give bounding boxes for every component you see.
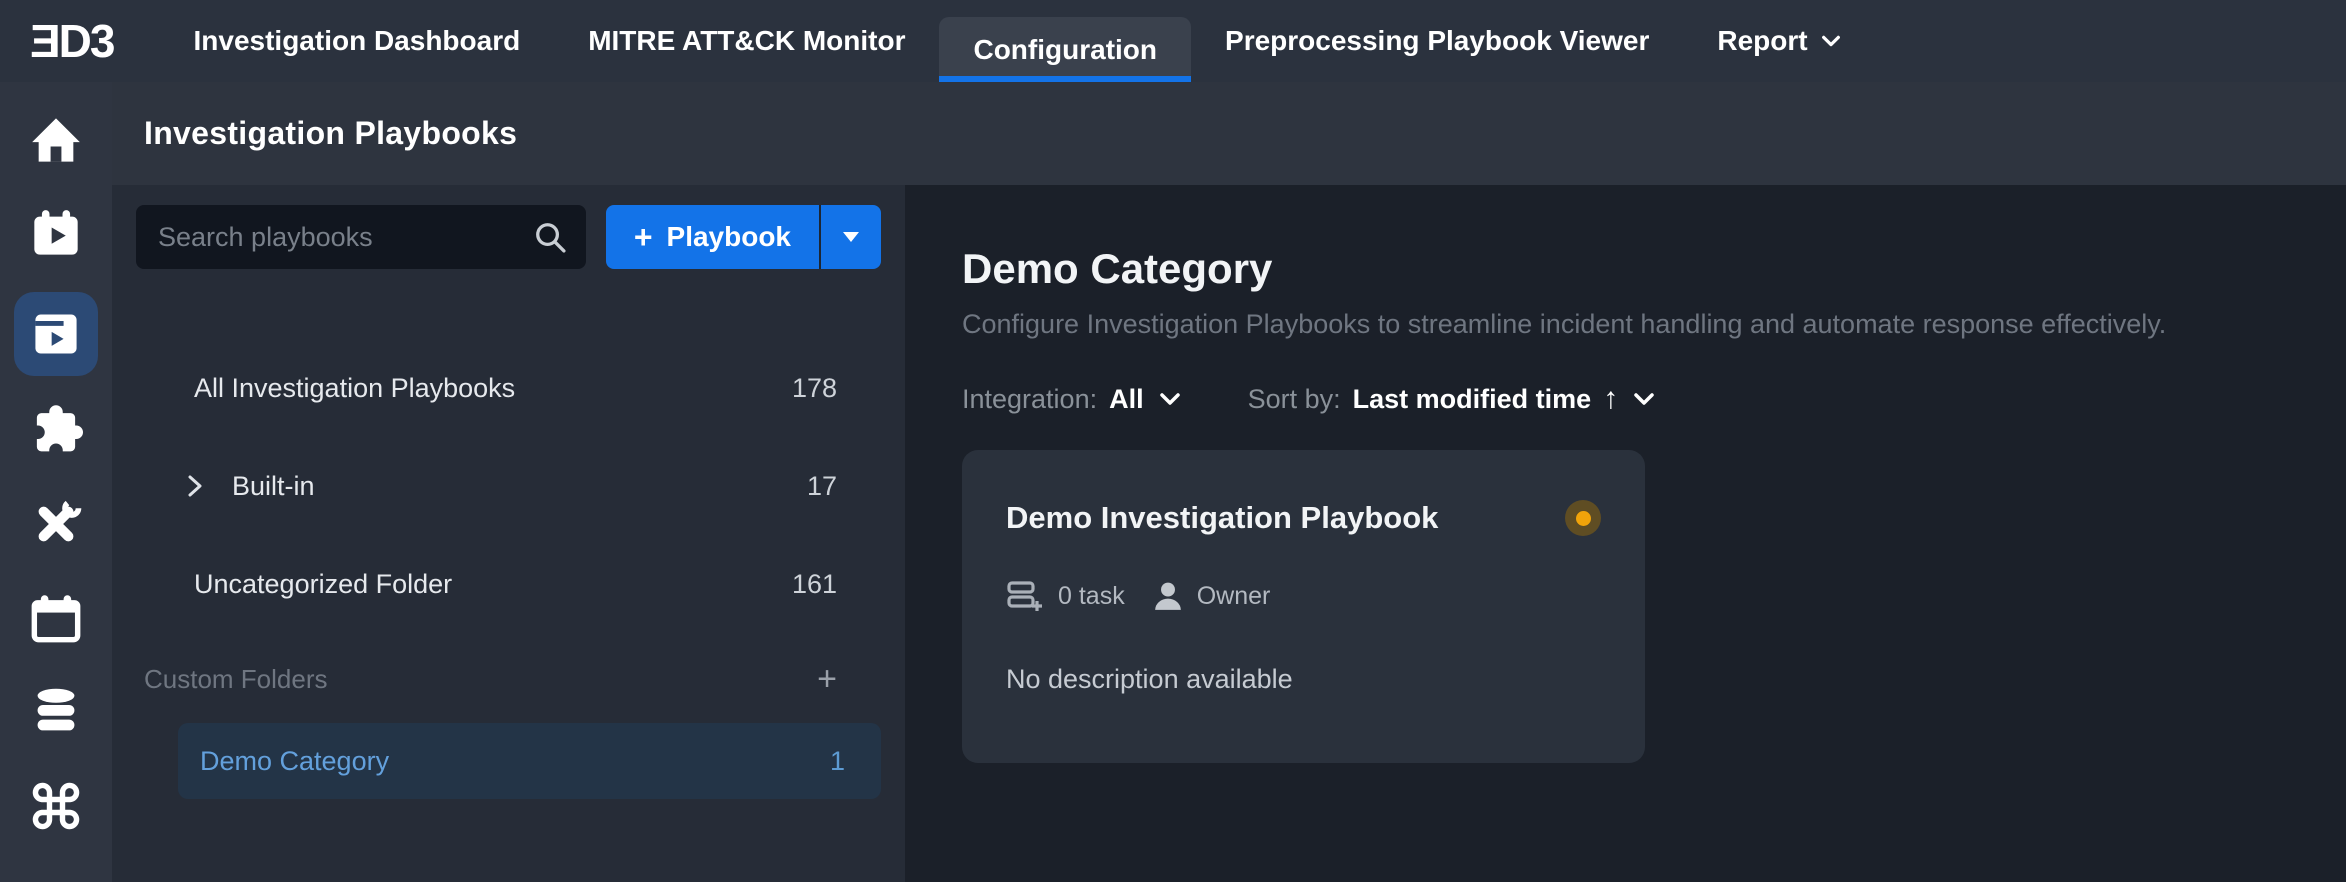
chevron-down-icon [1158,389,1182,409]
folder-uncategorized[interactable]: Uncategorized Folder 161 [136,551,881,617]
plus-icon: + [634,221,653,253]
new-playbook-split-button: + Playbook [606,205,881,269]
folder-built-in[interactable]: Built-in 17 [136,453,881,519]
folder-demo-category[interactable]: Demo Category 1 [178,723,881,799]
folder-label: All Investigation Playbooks [194,373,515,404]
nav-item-mitre-attck-monitor[interactable]: MITRE ATT&CK Monitor [554,0,939,82]
new-playbook-button-label: Playbook [667,221,791,253]
playbook-card[interactable]: Demo Investigation Playbook [962,450,1645,763]
custom-folders-label: Custom Folders [144,664,328,695]
app-window: ƎD3 Investigation Dashboard MITRE ATT&CK… [0,0,2346,882]
chevron-down-icon [1820,31,1842,51]
owner-icon [1153,581,1183,611]
folder-tree: All Investigation Playbooks 178 Built-in… [136,355,881,799]
add-folder-button[interactable]: + [817,662,837,696]
status-indicator [1565,500,1601,536]
incident-playbook-icon[interactable] [14,206,98,262]
search-input[interactable] [136,205,586,269]
nav-item-report-label: Report [1717,25,1807,57]
integration-filter[interactable]: Integration: All [962,384,1182,415]
nav-item-investigation-dashboard[interactable]: Investigation Dashboard [159,0,554,82]
nav-item-configuration[interactable]: Configuration [939,17,1191,82]
playbook-folder-panel: + Playbook A [112,185,905,882]
playbook-description: No description available [1006,664,1601,695]
owner-label: Owner [1197,582,1271,611]
icon-sidebar [0,82,112,882]
folder-count: 17 [807,471,837,502]
dropdown-triangle-icon [841,229,861,245]
search-icon [532,219,568,260]
task-count-icon [1006,578,1044,614]
folder-count: 178 [792,373,837,404]
category-subtitle: Configure Investigation Playbooks to str… [962,309,2306,340]
folder-label: Demo Category [200,746,389,777]
sort-value: Last modified time [1353,384,1592,415]
playbook-card-title: Demo Investigation Playbook [1006,500,1438,536]
nav-item-report[interactable]: Report [1683,0,1875,82]
utility-tools-icon[interactable] [14,496,98,552]
nav-item-preprocessing-playbook-viewer[interactable]: Preprocessing Playbook Viewer [1191,0,1683,82]
folder-all-investigation-playbooks[interactable]: All Investigation Playbooks 178 [136,355,881,421]
d3-logo[interactable]: ƎD3 [0,0,113,82]
custom-folders-section: Custom Folders + [136,649,881,709]
chevron-right-icon[interactable] [184,472,206,500]
chevron-down-icon [1632,389,1656,409]
folder-label: Uncategorized Folder [194,569,452,600]
page-header: Investigation Playbooks [112,82,2346,185]
sort-label: Sort by: [1248,384,1341,415]
sort-direction-arrow-icon[interactable]: ↑ [1603,382,1618,416]
category-title: Demo Category [962,245,2306,293]
integrations-icon[interactable] [14,402,98,458]
folder-count: 161 [792,569,837,600]
folder-count: 1 [830,746,845,777]
page-title: Investigation Playbooks [144,115,517,152]
command-icon[interactable] [14,778,98,834]
new-playbook-button[interactable]: + Playbook [606,205,819,269]
new-playbook-dropdown-button[interactable] [819,205,881,269]
home-icon[interactable] [14,112,98,168]
task-count: 0 task [1058,582,1125,611]
top-navigation-bar: ƎD3 Investigation Dashboard MITRE ATT&CK… [0,0,2346,82]
filter-toolbar: Integration: All Sort by: Last modified … [962,382,2306,416]
calendar-icon[interactable] [14,590,98,646]
main-content: Demo Category Configure Investigation Pl… [905,185,2346,882]
integration-filter-value: All [1109,384,1144,415]
database-icon[interactable] [14,684,98,740]
investigation-playbook-icon[interactable] [14,292,98,376]
sort-control[interactable]: Sort by: Last modified time ↑ [1248,382,1657,416]
integration-filter-label: Integration: [962,384,1097,415]
folder-label: Built-in [232,471,315,502]
